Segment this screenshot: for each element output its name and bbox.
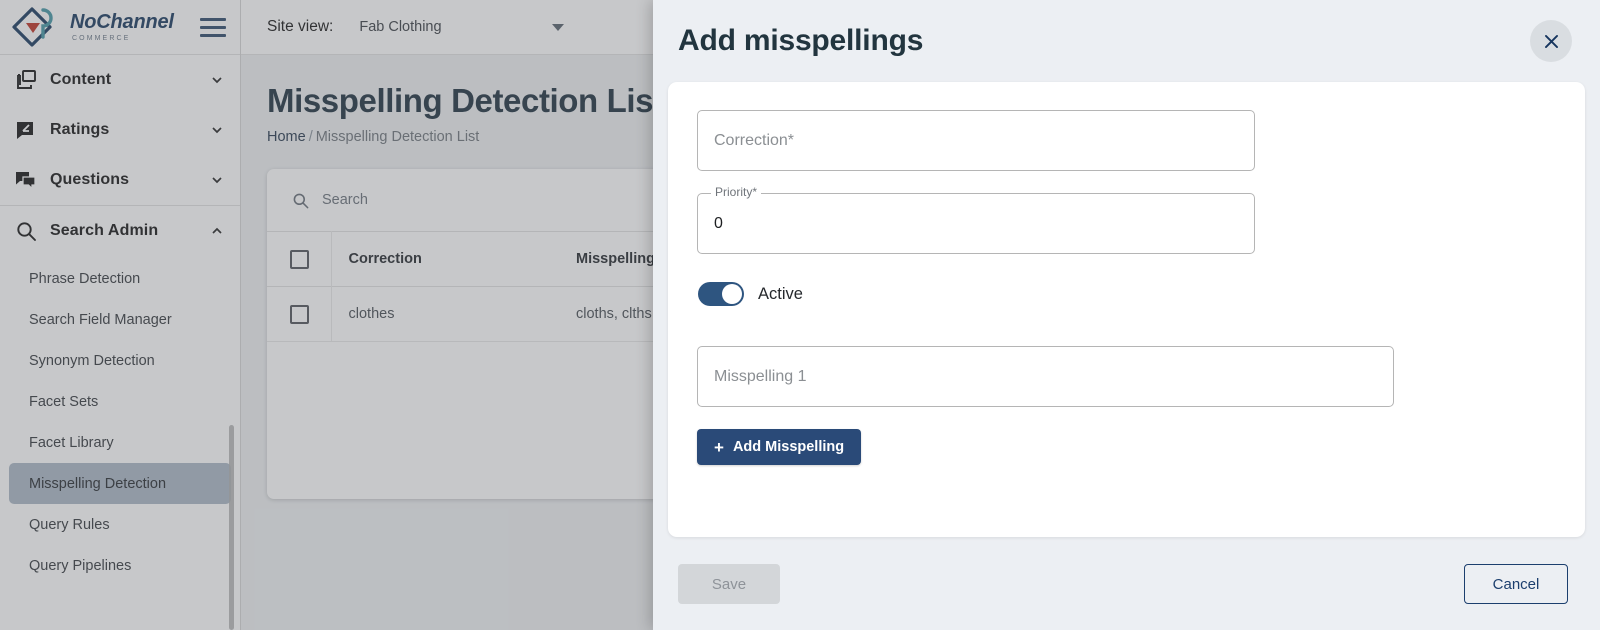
sidebar-item-phrase-detection[interactable]: Phrase Detection [9,258,231,299]
add-misspelling-label: Add Misspelling [732,439,845,455]
breadcrumb-home[interactable]: Home [267,129,306,145]
breadcrumb-current: Misspelling Detection List [315,129,480,146]
caret-down-icon[interactable] [552,23,565,31]
layers-icon [17,70,36,89]
nochannel-logo-icon [12,7,53,47]
sidebar-item-query-pipelines[interactable]: Query Pipelines [9,545,231,586]
toggle-knob [722,284,742,304]
close-button[interactable] [1530,20,1572,62]
site-view-label: Site view: [267,18,334,35]
save-button[interactable]: Save [678,564,780,604]
sidebar-item-label: Search Admin [50,222,159,239]
correction-field[interactable]: Correction* [697,110,1255,171]
priority-input[interactable]: Priority* 0 [697,186,1255,254]
add-misspelling-button[interactable]: + Add Misspelling [697,429,862,465]
active-toggle-label: Active [758,284,803,303]
correction-placeholder: Correction* [714,131,795,149]
sidebar-item-facet-sets[interactable]: Facet Sets [9,381,231,422]
sidebar: NoChannel COMMERCE Content Ratings Quest… [0,0,241,630]
site-view-value: Fab Clothing [359,19,442,35]
questions-chat-icon [16,172,36,191]
close-icon [1544,34,1558,48]
correction-input[interactable]: Correction* [697,110,1255,171]
rating-chat-icon [17,122,33,139]
modal-body: Correction* Priority* 0 Active Misspelli… [653,82,1600,538]
cell-correction: clothes [331,286,576,343]
chevron-down-icon[interactable] [210,73,224,87]
priority-value: 0 [714,214,723,232]
active-toggle[interactable] [698,282,744,306]
brand-header: NoChannel COMMERCE [0,0,240,55]
sidebar-item-label: Questions [50,171,130,188]
chevron-down-icon[interactable] [210,173,224,187]
site-view-select[interactable]: Fab Clothing [359,19,565,35]
sidebar-item-synonym-detection[interactable]: Synonym Detection [9,340,231,381]
misspelling-1-placeholder: Misspelling 1 [714,367,807,385]
cancel-button[interactable]: Cancel [1464,564,1568,604]
modal-title: Add misspellings [678,24,924,57]
sidebar-item-search-field-manager[interactable]: Search Field Manager [9,299,231,340]
brand-text: NoChannel COMMERCE [70,12,174,42]
select-all-checkbox[interactable] [290,249,309,269]
column-header-correction[interactable]: Correction [331,232,576,287]
misspelling-1-field[interactable]: Misspelling 1 [697,346,1394,407]
sidebar-item-content[interactable]: Content [0,55,240,105]
nav-primary-group: Content Ratings Questions [0,55,240,206]
breadcrumb-separator: / [308,129,313,146]
modal-footer: Save Cancel [653,538,1600,630]
brand-name: NoChannel [70,11,174,33]
search-admin-sub-list: Phrase Detection Search Field Manager Sy… [0,256,240,586]
sidebar-item-search-admin[interactable]: Search Admin [0,206,240,256]
chevron-down-icon[interactable] [210,123,224,137]
add-misspellings-modal: Add misspellings Correction* Priority* 0 [653,0,1600,630]
nav-search-admin-group: Search Admin Phrase Detection Search Fie… [0,206,240,586]
row-select-cell [267,286,332,343]
search-icon [17,222,36,241]
sidebar-item-ratings[interactable]: Ratings [0,105,240,155]
plus-icon: + [714,437,724,457]
sidebar-item-label: Ratings [50,121,110,138]
chevron-up-icon[interactable] [210,224,224,238]
sidebar-scrollbar-thumb[interactable] [229,425,234,630]
misspelling-1-input[interactable]: Misspelling 1 [697,346,1394,407]
screen-root: NoChannel COMMERCE Content Ratings Quest… [0,0,1600,630]
sidebar-item-misspelling-detection[interactable]: Misspelling Detection [9,463,231,504]
row-checkbox[interactable] [290,304,309,324]
misspelling-form: Correction* Priority* 0 Active Misspelli… [668,82,1585,537]
hamburger-menu-icon[interactable] [200,17,226,37]
sidebar-item-query-rules[interactable]: Query Rules [9,504,231,545]
sidebar-item-label: Content [50,71,112,88]
search-icon [293,193,309,209]
priority-field[interactable]: Priority* 0 [697,186,1255,254]
priority-label: Priority* [711,186,762,198]
sidebar-item-facet-library[interactable]: Facet Library [9,422,231,463]
active-toggle-row: Active [698,282,1556,306]
table-search-placeholder: Search [322,192,368,209]
brand-tagline: COMMERCE [72,35,131,42]
sidebar-item-questions[interactable]: Questions [0,155,240,205]
modal-header: Add misspellings [653,0,1600,82]
select-all-cell [267,231,332,287]
sidebar-scrollbar[interactable] [229,425,234,630]
